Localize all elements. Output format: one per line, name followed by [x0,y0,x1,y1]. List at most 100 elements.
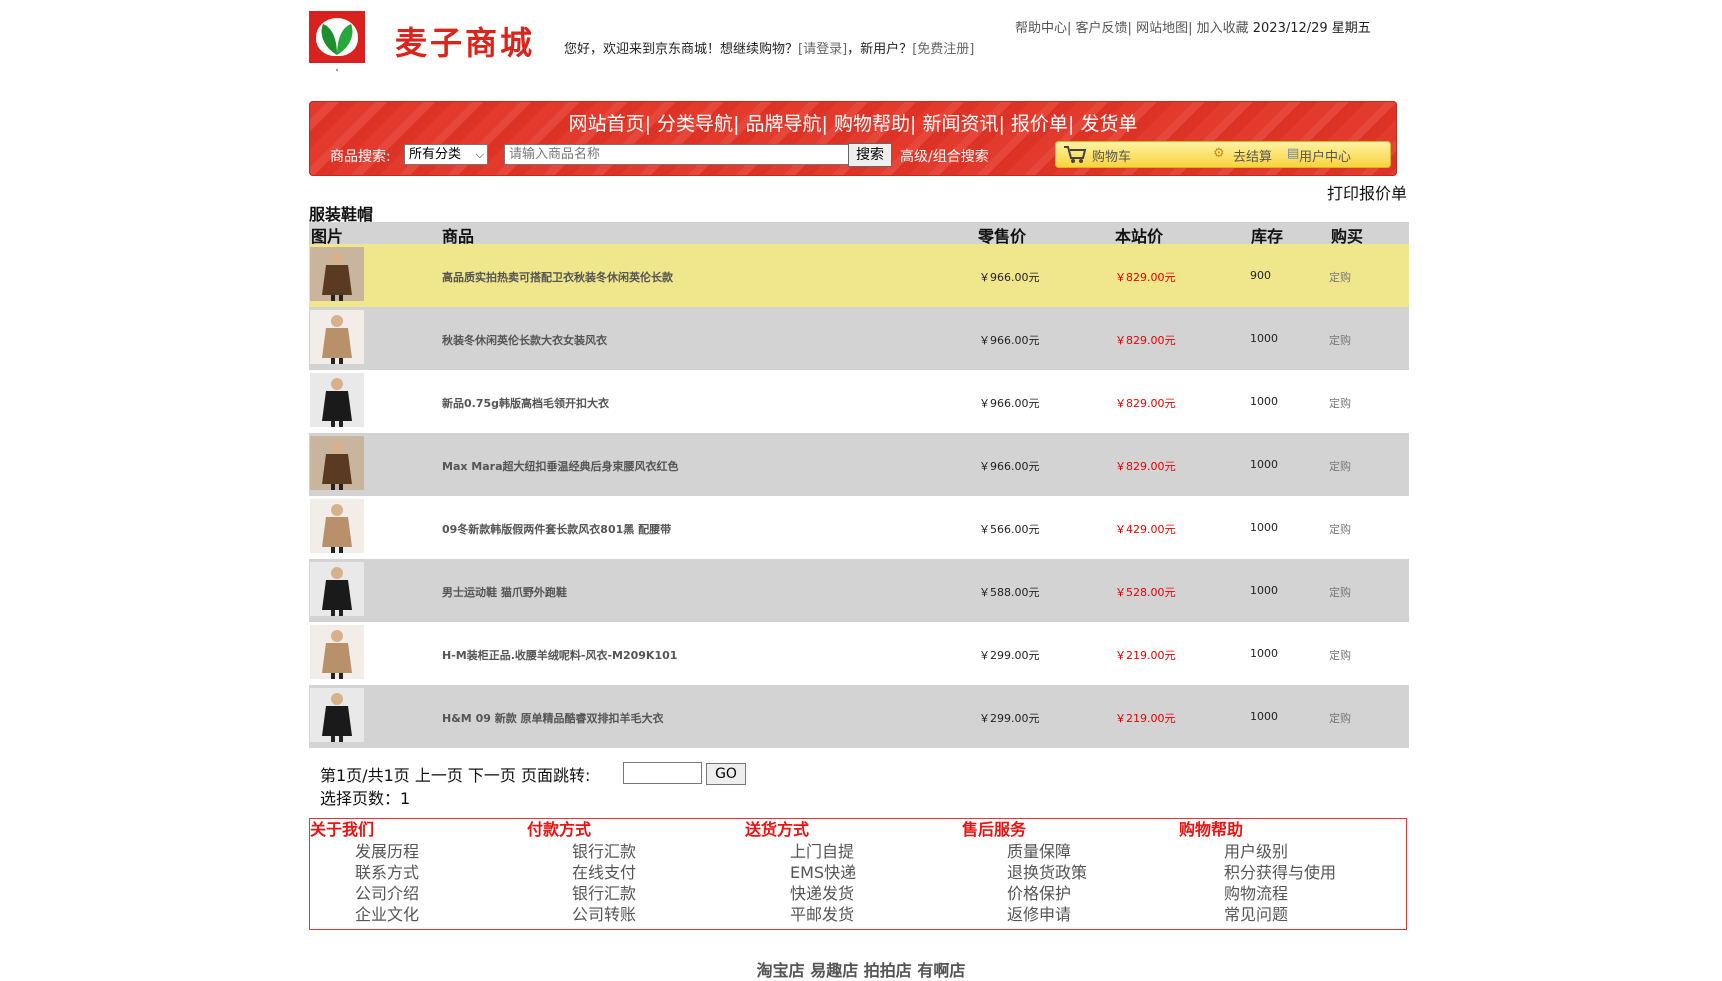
product-name[interactable]: H&M 09 新款 原单精品酷睿双排扣羊毛大衣 [442,710,664,726]
product-name[interactable]: 新品0.75g韩版高档毛领开扣大衣 [442,395,609,411]
table-row: 高品质实拍热卖可搭配卫衣秋装冬休闲英伦长款 ￥966.00元 ￥829.00元 … [309,244,1409,307]
footer-col-payment: 付款方式 银行汇款 在线支付 银行汇款 公司转账 [527,819,745,925]
nav-shopping-help[interactable]: 购物帮助 [834,113,910,135]
checkout-icon: ⚙ [1213,146,1225,161]
footer-link[interactable]: 上门自提 [745,841,963,862]
order-link[interactable]: 定购 [1329,647,1351,663]
retail-price: ￥966.00元 [979,460,1040,473]
footer-link[interactable]: 在线支付 [527,862,745,883]
product-thumbnail[interactable] [310,436,364,490]
product-name[interactable]: 秋装冬休闲英伦长款大衣女装风衣 [442,332,607,348]
welcome-text: 您好，欢迎来到京东商城！想继续购物？ [564,42,799,57]
product-thumbnail[interactable] [310,688,364,742]
product-thumbnail[interactable] [310,247,364,301]
register-link[interactable]: [免费注册] [912,42,974,57]
footer-link[interactable]: EMS快递 [745,862,963,883]
product-thumbnail[interactable] [310,562,364,616]
footer-link[interactable]: 平邮发货 [745,904,963,925]
footer-link[interactable]: 公司转账 [527,904,745,925]
footer-link[interactable]: 积分获得与使用 [1179,862,1397,883]
page-select[interactable]: 选择页数：1 [320,785,410,809]
order-link[interactable]: 定购 [1329,395,1351,411]
footer-link[interactable]: 常见问题 [1179,904,1397,925]
site-price: ￥829.00元 [1115,334,1176,347]
category-select[interactable]: 所有分类 ⌵ [404,144,488,165]
nav-shipping[interactable]: 发货单 [1080,113,1137,135]
cart-icon [1064,146,1087,163]
stock-count: 1000 [1250,332,1278,345]
footer-link[interactable]: 返修申请 [962,904,1180,925]
table-row: 秋装冬休闲英伦长款大衣女装风衣 ￥966.00元 ￥829.00元 1000 定… [309,307,1409,370]
product-name[interactable]: 09冬新款韩版假两件套长款风衣801黑 配腰带 [442,521,671,537]
help-center-link[interactable]: 帮助中心 [1015,21,1067,36]
nav-home[interactable]: 网站首页 [569,113,645,135]
favorite-link[interactable]: 加入收藏 [1197,21,1249,36]
product-thumbnail[interactable] [310,499,364,553]
footer-col-about: 关于我们 发展历程 联系方式 公司介绍 企业文化 [310,819,528,925]
site-logo[interactable] [309,11,365,63]
product-name[interactable]: 高品质实拍热卖可搭配卫衣秋装冬休闲英伦长款 [442,269,673,285]
retail-price: ￥588.00元 [979,586,1040,599]
footer-link[interactable]: 用户级别 [1179,841,1397,862]
feedback-link[interactable]: 客户反馈 [1076,21,1128,36]
footer-link[interactable]: 公司介绍 [310,883,528,904]
footer-links: 关于我们 发展历程 联系方式 公司介绍 企业文化 付款方式 银行汇款 在线支付 … [309,818,1407,930]
cart-link[interactable]: 购物车 [1092,146,1131,165]
footer-link[interactable]: 购物流程 [1179,883,1397,904]
order-link[interactable]: 定购 [1329,332,1351,348]
checkout-link[interactable]: 去结算 [1233,146,1272,165]
pagination-summary: 第1页/共1页 上一页 下一页 页面跳转: [320,766,591,785]
sitemap-link[interactable]: 网站地图 [1136,21,1188,36]
footer-link[interactable]: 银行汇款 [527,841,745,862]
product-thumbnail[interactable] [310,310,364,364]
search-button[interactable]: 搜索 [848,143,892,167]
nav-quotation[interactable]: 报价单 [1011,113,1068,135]
order-link[interactable]: 定购 [1329,458,1351,474]
order-link[interactable]: 定购 [1329,584,1351,600]
category-selected: 所有分类 [409,147,462,162]
product-name[interactable]: H-M装柜正品.收腰羊绒呢料-风衣-M209K101 [442,647,677,663]
search-label: 商品搜索: [330,149,391,165]
order-link[interactable]: 定购 [1329,269,1351,285]
footer-link[interactable]: 质量保障 [962,841,1180,862]
product-name[interactable]: 男士运动鞋 猫爪野外跑鞋 [442,584,567,600]
advanced-search-link[interactable]: 高级/组合搜索 [900,146,989,166]
nav-categories[interactable]: 分类导航 [657,113,733,135]
product-photo [322,630,352,679]
stock-count: 1000 [1250,647,1278,660]
stock-count: 1000 [1250,395,1278,408]
product-photo [322,567,352,616]
footer-link[interactable]: 发展历程 [310,841,528,862]
product-name[interactable]: Max Mara超大纽扣垂温经典后身束腰风衣红色 [442,458,679,474]
partner-shops[interactable]: 淘宝店 易趣店 拍拍店 有啊店 [0,957,1722,981]
stock-count: 1000 [1250,521,1278,534]
current-date: 2023/12/29 星期五 [1252,21,1371,36]
product-table: 图片 商品 零售价 本站价 库存 购买 高品质实拍热卖可搭配卫衣秋装冬休闲英伦长… [309,222,1409,748]
site-price: ￥829.00元 [1115,397,1176,410]
search-input[interactable]: 请输入商品名称 [504,144,851,165]
nav-brands[interactable]: 品牌导航 [746,113,822,135]
table-row: H-M装柜正品.收腰羊绒呢料-风衣-M209K101 ￥299.00元 ￥219… [309,622,1409,685]
retail-price: ￥299.00元 [979,649,1040,662]
order-link[interactable]: 定购 [1329,521,1351,537]
product-thumbnail[interactable] [310,625,364,679]
retail-price: ￥966.00元 [979,397,1040,410]
order-link[interactable]: 定购 [1329,710,1351,726]
login-link[interactable]: [请登录] [798,42,847,57]
welcome-bar: 您好，欢迎来到京东商城！想继续购物？[请登录]，新用户？[免费注册] [564,38,974,57]
nav-news[interactable]: 新闻资讯 [922,113,998,135]
product-thumbnail[interactable] [310,373,364,427]
page-jump-input[interactable] [623,762,702,784]
footer-link[interactable]: 银行汇款 [527,883,745,904]
table-row: Max Mara超大纽扣垂温经典后身束腰风衣红色 ￥966.00元 ￥829.0… [309,433,1409,496]
footer-link[interactable]: 退换货政策 [962,862,1180,883]
footer-link[interactable]: 企业文化 [310,904,528,925]
footer-link[interactable]: 快递发货 [745,883,963,904]
footer-link[interactable]: 价格保护 [962,883,1180,904]
print-quotation-link[interactable]: 打印报价单 [1327,180,1407,204]
go-button[interactable]: GO [706,763,746,785]
site-price: ￥429.00元 [1115,523,1176,536]
user-center-link[interactable]: 用户中心 [1299,146,1351,165]
footer-link[interactable]: 联系方式 [310,862,528,883]
footer-col-aftersales: 售后服务 质量保障 退换货政策 价格保护 返修申请 [962,819,1180,925]
